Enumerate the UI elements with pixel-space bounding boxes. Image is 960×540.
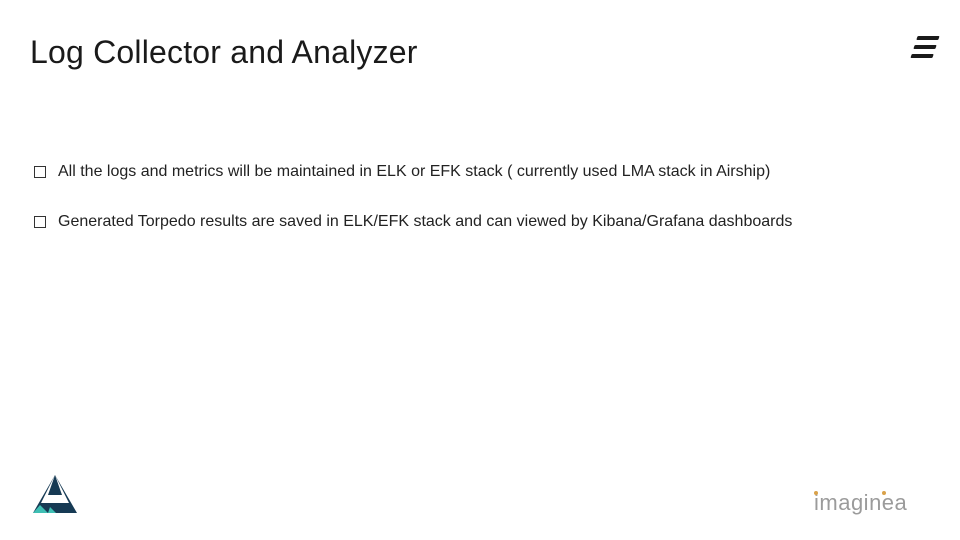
bullet-text: Generated Torpedo results are saved in E… <box>58 206 926 238</box>
imaginea-logo-icon: imaginea <box>814 488 934 516</box>
list-item: All the logs and metrics will be maintai… <box>34 156 926 188</box>
svg-text:imaginea: imaginea <box>814 490 908 515</box>
airship-logo-icon <box>30 473 80 522</box>
content-area: All the logs and metrics will be maintai… <box>34 156 926 256</box>
page-title: Log Collector and Analyzer <box>30 34 418 71</box>
slide: Log Collector and Analyzer All the logs … <box>0 0 960 540</box>
ericsson-logo-icon <box>910 36 939 58</box>
list-item: Generated Torpedo results are saved in E… <box>34 206 926 238</box>
square-bullet-icon <box>34 216 46 228</box>
bullet-text: All the logs and metrics will be maintai… <box>58 156 926 188</box>
square-bullet-icon <box>34 166 46 178</box>
